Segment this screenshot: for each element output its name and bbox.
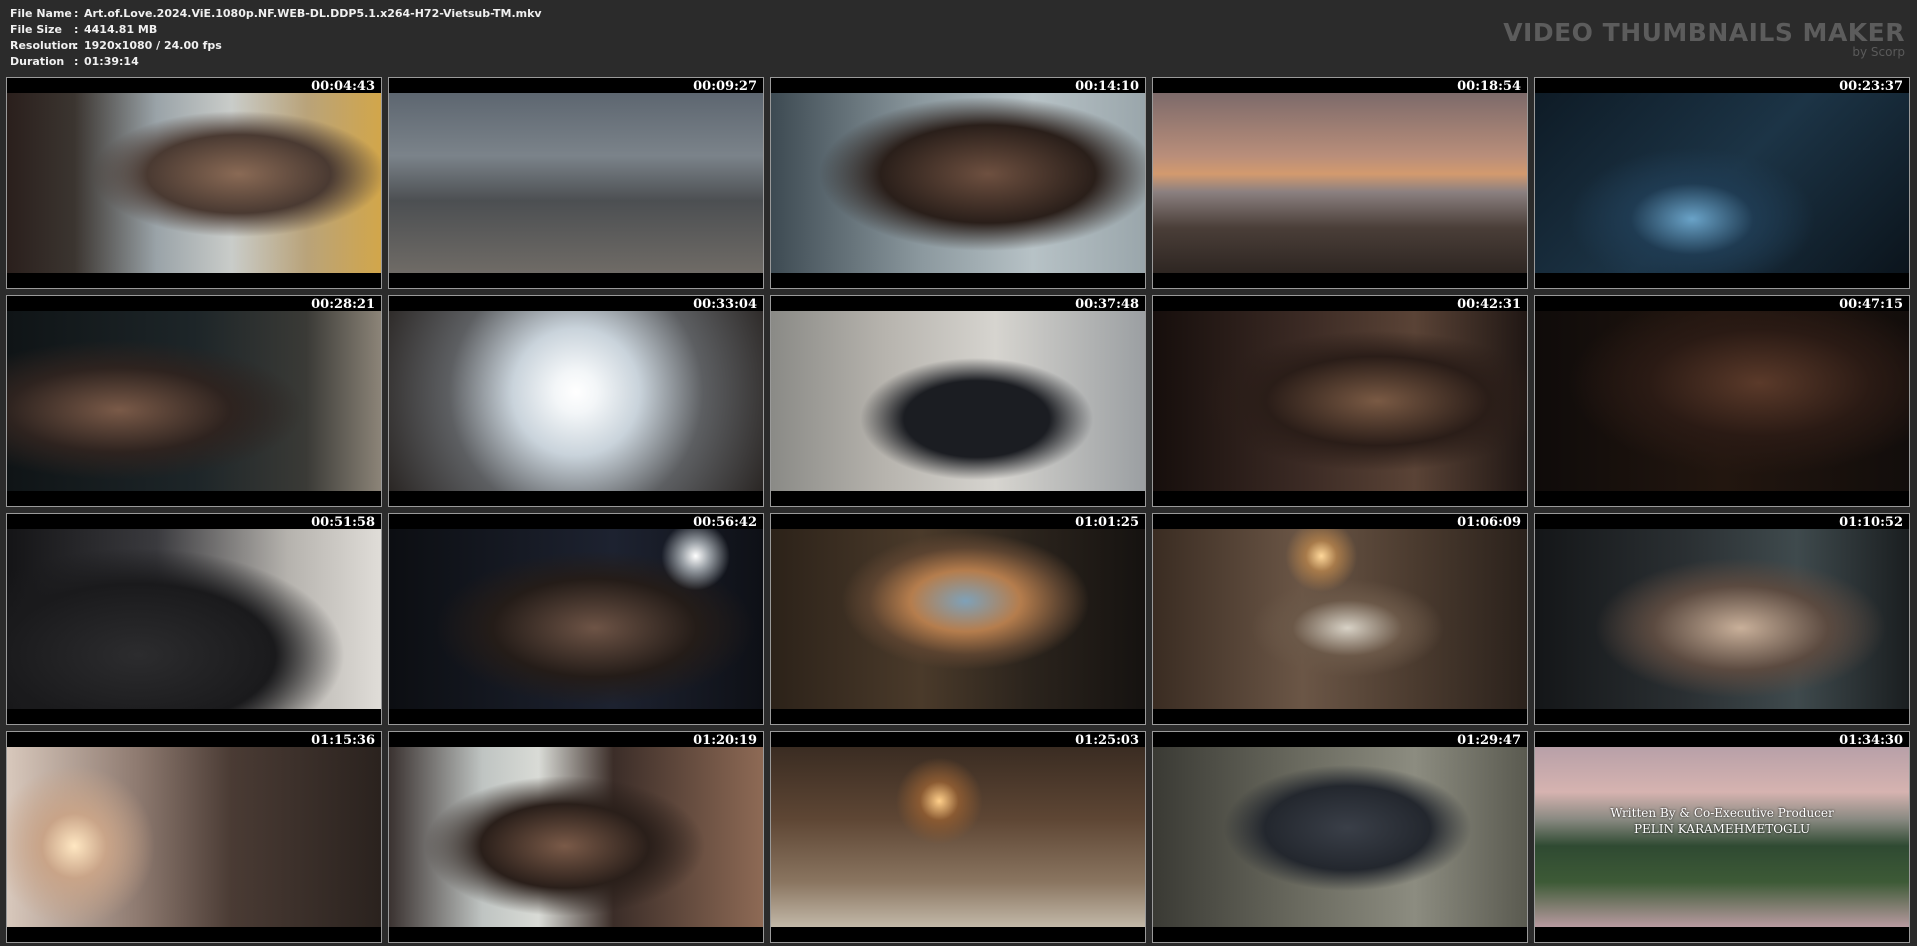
file-name-row: File Name : Art.of.Love.2024.ViE.1080p.N… bbox=[10, 6, 542, 22]
thumbnail-timestamp: 01:29:47 bbox=[1457, 733, 1521, 748]
thumbnail: 00:14:10 bbox=[770, 77, 1146, 289]
thumbnail-frame-image bbox=[1153, 93, 1527, 273]
thumbnail: 00:47:15 bbox=[1534, 295, 1910, 507]
brand-watermark: VIDEO THUMBNAILS MAKER by Scorp bbox=[1503, 20, 1905, 59]
thumbnail-timestamp: 00:42:31 bbox=[1457, 297, 1521, 312]
thumbnail-frame-image bbox=[7, 93, 381, 273]
thumbnail-frame-image bbox=[389, 529, 763, 709]
file-size-label: File Size bbox=[10, 23, 62, 36]
thumbnail: 01:20:19 bbox=[388, 731, 764, 943]
thumbnail-frame-image bbox=[389, 311, 763, 491]
thumbnail-timestamp: 01:20:19 bbox=[693, 733, 757, 748]
thumbnail-timestamp: 01:10:52 bbox=[1839, 515, 1903, 530]
thumbnail-frame-image: Written By & Co-Executive Producer PELIN … bbox=[1535, 747, 1909, 927]
thumbnail-timestamp: 00:33:04 bbox=[693, 297, 757, 312]
thumbnail: 00:33:04 bbox=[388, 295, 764, 507]
thumbnail-timestamp: 00:23:37 bbox=[1839, 79, 1903, 94]
thumbnail: 00:56:42 bbox=[388, 513, 764, 725]
credits-caption-line: Written By & Co-Executive Producer bbox=[1610, 806, 1834, 820]
thumbnail-frame-image bbox=[1153, 529, 1527, 709]
thumbnail-frame-image bbox=[389, 93, 763, 273]
thumbnail: 00:42:31 bbox=[1152, 295, 1528, 507]
thumbnail-timestamp: 00:28:21 bbox=[311, 297, 375, 312]
thumbnail-grid: 00:04:43 00:09:27 00:14:10 00:18:54 00:23:37… bbox=[6, 77, 1910, 943]
thumbnail: 00:37:48 bbox=[770, 295, 1146, 507]
duration-label: Duration bbox=[10, 55, 65, 68]
thumbnail-frame-image bbox=[7, 529, 381, 709]
duration-row: Duration : 01:39:14 bbox=[10, 54, 542, 70]
thumbnail: 00:23:37 bbox=[1534, 77, 1910, 289]
resolution-row: Resolution : 1920x1080 / 24.00 fps bbox=[10, 38, 542, 54]
file-name-label: File Name bbox=[10, 7, 72, 20]
thumbnail-frame-image bbox=[1535, 93, 1909, 273]
brand-title: VIDEO THUMBNAILS MAKER bbox=[1503, 18, 1905, 47]
thumbnail-frame-image bbox=[1535, 529, 1909, 709]
separator: : bbox=[74, 23, 79, 36]
thumbnail-frame-image bbox=[1153, 311, 1527, 491]
thumbnail-frame-image bbox=[771, 747, 1145, 927]
thumbnail-timestamp: 00:37:48 bbox=[1075, 297, 1139, 312]
file-info-panel: File Name : Art.of.Love.2024.ViE.1080p.N… bbox=[10, 6, 542, 70]
thumbnail: 01:29:47 bbox=[1152, 731, 1528, 943]
resolution-value: 1920x1080 / 24.00 fps bbox=[84, 39, 222, 52]
thumbnail-frame-image bbox=[7, 311, 381, 491]
thumbnail-timestamp: 01:34:30 bbox=[1839, 733, 1903, 748]
thumbnail: 00:18:54 bbox=[1152, 77, 1528, 289]
thumbnail-timestamp: 01:01:25 bbox=[1075, 515, 1139, 530]
thumbnail-timestamp: 01:15:36 bbox=[311, 733, 375, 748]
thumbnail-frame-image bbox=[771, 311, 1145, 491]
brand-subtitle: by Scorp bbox=[1852, 45, 1905, 59]
thumbnail-timestamp: 00:18:54 bbox=[1457, 79, 1521, 94]
thumbnail: 01:06:09 bbox=[1152, 513, 1528, 725]
thumbnail: 01:10:52 bbox=[1534, 513, 1910, 725]
thumbnail: 01:25:03 bbox=[770, 731, 1146, 943]
file-size-row: File Size : 4414.81 MB bbox=[10, 22, 542, 38]
thumbnail-timestamp: 00:56:42 bbox=[693, 515, 757, 530]
file-name-value: Art.of.Love.2024.ViE.1080p.NF.WEB-DL.DDP… bbox=[84, 7, 542, 20]
thumbnail-frame-image bbox=[1153, 747, 1527, 927]
thumbnail: 00:28:21 bbox=[6, 295, 382, 507]
thumbnail-frame-image bbox=[771, 529, 1145, 709]
thumbnail: 00:09:27 bbox=[388, 77, 764, 289]
thumbnail-timestamp: 00:09:27 bbox=[693, 79, 757, 94]
thumbnail: 01:15:36 bbox=[6, 731, 382, 943]
thumbnail-timestamp: 00:14:10 bbox=[1075, 79, 1139, 94]
file-size-value: 4414.81 MB bbox=[84, 23, 158, 36]
thumbnail-timestamp: 01:25:03 bbox=[1075, 733, 1139, 748]
thumbnail-timestamp: 01:06:09 bbox=[1457, 515, 1521, 530]
separator: : bbox=[74, 55, 79, 68]
credits-caption: Written By & Co-Executive Producer PELIN … bbox=[1535, 805, 1909, 837]
thumbnail: Written By & Co-Executive Producer PELIN … bbox=[1534, 731, 1910, 943]
duration-value: 01:39:14 bbox=[84, 55, 139, 68]
thumbnail: 00:51:58 bbox=[6, 513, 382, 725]
thumbnail-frame-image bbox=[771, 93, 1145, 273]
thumbnail-frame-image bbox=[7, 747, 381, 927]
credits-caption-line: PELIN KARAMEHMETOGLU bbox=[1633, 822, 1811, 836]
thumbnail-frame-image bbox=[389, 747, 763, 927]
thumbnail-timestamp: 00:04:43 bbox=[311, 79, 375, 94]
thumbnail-frame-image bbox=[1535, 311, 1909, 491]
separator: : bbox=[74, 39, 79, 52]
thumbnail-timestamp: 00:51:58 bbox=[311, 515, 375, 530]
thumbnail-timestamp: 00:47:15 bbox=[1839, 297, 1903, 312]
thumbnail: 01:01:25 bbox=[770, 513, 1146, 725]
separator: : bbox=[74, 7, 79, 20]
thumbnail: 00:04:43 bbox=[6, 77, 382, 289]
resolution-label: Resolution bbox=[10, 39, 77, 52]
